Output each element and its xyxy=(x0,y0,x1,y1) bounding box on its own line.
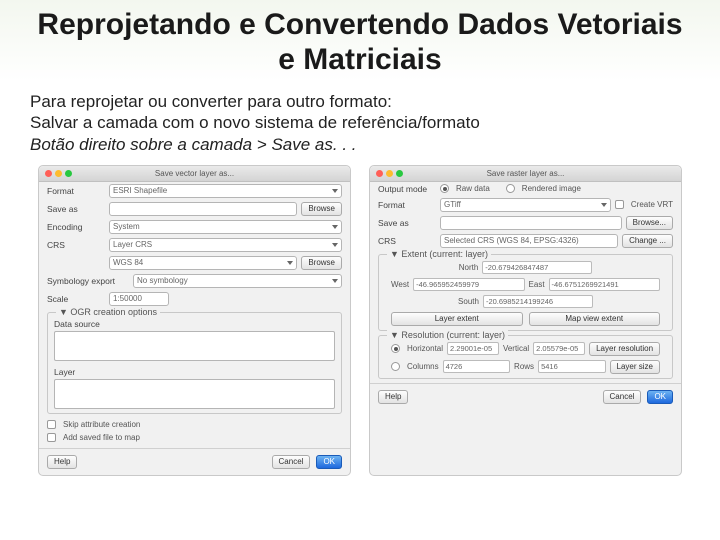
add-saved-checkbox[interactable] xyxy=(47,433,56,442)
format-select[interactable]: ESRI Shapefile xyxy=(109,184,342,198)
layer-extent-button[interactable]: Layer extent xyxy=(391,312,523,326)
create-vrt-label: Create VRT xyxy=(631,200,673,209)
rows-label: Rows xyxy=(514,362,534,371)
layer-resolution-button[interactable]: Layer resolution xyxy=(589,342,660,356)
add-saved-label: Add saved file to map xyxy=(63,433,140,442)
crs-mode-select[interactable]: Layer CRS xyxy=(109,238,342,252)
skip-attr-label: Skip attribute creation xyxy=(63,420,140,429)
create-vrt-checkbox[interactable] xyxy=(615,200,624,209)
horizontal-radio[interactable] xyxy=(391,344,400,353)
symbology-label: Symbology export xyxy=(47,276,129,286)
format-select-r[interactable]: GTiff xyxy=(440,198,611,212)
change-crs-button[interactable]: Change ... xyxy=(622,234,673,248)
crs-label: CRS xyxy=(47,240,105,250)
extent-group-toggle[interactable]: ▼ Extent (current: layer) xyxy=(387,249,491,259)
layer-textarea[interactable] xyxy=(54,379,335,409)
close-icon[interactable] xyxy=(376,170,383,177)
raw-data-radio[interactable] xyxy=(440,184,449,193)
west-label: West xyxy=(391,280,409,289)
north-input[interactable]: -20.679426847487 xyxy=(482,261,592,274)
body-line-2: Salvar a camada com o novo sistema de re… xyxy=(30,112,690,133)
close-icon[interactable] xyxy=(45,170,52,177)
ok-button-r[interactable]: OK xyxy=(647,390,673,404)
dialog-save-raster: Save raster layer as... Output mode Raw … xyxy=(369,165,682,476)
rows-input[interactable]: 5416 xyxy=(538,360,605,373)
raw-data-label: Raw data xyxy=(456,184,490,193)
crs-label-r: CRS xyxy=(378,236,436,246)
cancel-button-r[interactable]: Cancel xyxy=(603,390,642,404)
scale-input[interactable]: 1:50000 xyxy=(109,292,169,306)
saveas-label: Save as xyxy=(47,204,105,214)
body-line-1: Para reprojetar ou converter para outro … xyxy=(30,91,690,112)
extent-group: ▼ Extent (current: layer) North -20.6794… xyxy=(378,254,673,331)
columns-label: Columns xyxy=(407,362,439,371)
vertical-input[interactable]: 2.05579e-05 xyxy=(533,342,585,355)
columns-input[interactable]: 4726 xyxy=(443,360,510,373)
ogr-group-toggle[interactable]: ▼ OGR creation options xyxy=(56,307,160,317)
west-input[interactable]: -46.965952459979 xyxy=(413,278,524,291)
help-button-r[interactable]: Help xyxy=(378,390,408,404)
crs-browse-button[interactable]: Browse xyxy=(301,256,342,270)
dialog-save-vector: Save vector layer as... Format ESRI Shap… xyxy=(38,165,351,476)
body-line-3: Botão direito sobre a camada > Save as. … xyxy=(30,134,690,155)
ok-button[interactable]: OK xyxy=(316,455,342,469)
rendered-label: Rendered image xyxy=(522,184,581,193)
horizontal-input[interactable]: 2.29001e-05 xyxy=(447,342,499,355)
minimize-icon[interactable] xyxy=(55,170,62,177)
encoding-select[interactable]: System xyxy=(109,220,342,234)
cancel-button[interactable]: Cancel xyxy=(272,455,311,469)
ogr-options-group: ▼ OGR creation options Data source Layer xyxy=(47,312,342,414)
encoding-label: Encoding xyxy=(47,222,105,232)
east-input[interactable]: -46.6751269921491 xyxy=(549,278,660,291)
browse-button-r[interactable]: Browse... xyxy=(626,216,673,230)
saveas-input[interactable] xyxy=(109,202,297,216)
horizontal-label: Horizontal xyxy=(407,344,443,353)
east-label: East xyxy=(529,280,545,289)
crs-value-r[interactable]: Selected CRS (WGS 84, EPSG:4326) xyxy=(440,234,618,248)
vertical-label: Vertical xyxy=(503,344,529,353)
datasource-label: Data source xyxy=(54,319,112,329)
layer-size-button[interactable]: Layer size xyxy=(610,360,660,374)
south-input[interactable]: -20.6985214199246 xyxy=(483,295,593,308)
minimize-icon[interactable] xyxy=(386,170,393,177)
north-label: North xyxy=(459,263,479,272)
zoom-icon[interactable] xyxy=(65,170,72,177)
window-title-right: Save raster layer as... xyxy=(370,169,681,178)
format-label: Format xyxy=(47,186,105,196)
saveas-label-r: Save as xyxy=(378,218,436,228)
resolution-group-toggle[interactable]: ▼ Resolution (current: layer) xyxy=(387,330,508,340)
titlebar-right: Save raster layer as... xyxy=(370,166,681,182)
window-title-left: Save vector layer as... xyxy=(39,169,350,178)
browse-button[interactable]: Browse xyxy=(301,202,342,216)
scale-label: Scale xyxy=(47,294,105,304)
titlebar-left: Save vector layer as... xyxy=(39,166,350,182)
map-extent-button[interactable]: Map view extent xyxy=(529,312,661,326)
symbology-select[interactable]: No symbology xyxy=(133,274,342,288)
layer-label: Layer xyxy=(54,367,112,377)
rendered-radio[interactable] xyxy=(506,184,515,193)
help-button[interactable]: Help xyxy=(47,455,77,469)
output-mode-label: Output mode xyxy=(378,184,436,194)
page-title: Reprojetando e Convertendo Dados Vetoria… xyxy=(30,8,690,77)
datasource-textarea[interactable] xyxy=(54,331,335,361)
zoom-icon[interactable] xyxy=(396,170,403,177)
saveas-input-r[interactable] xyxy=(440,216,622,230)
resolution-group: ▼ Resolution (current: layer) Horizontal… xyxy=(378,335,673,379)
crs-value-select[interactable]: WGS 84 xyxy=(109,256,297,270)
skip-attr-checkbox[interactable] xyxy=(47,420,56,429)
columns-radio[interactable] xyxy=(391,362,400,371)
south-label: South xyxy=(458,297,479,306)
format-label-r: Format xyxy=(378,200,436,210)
